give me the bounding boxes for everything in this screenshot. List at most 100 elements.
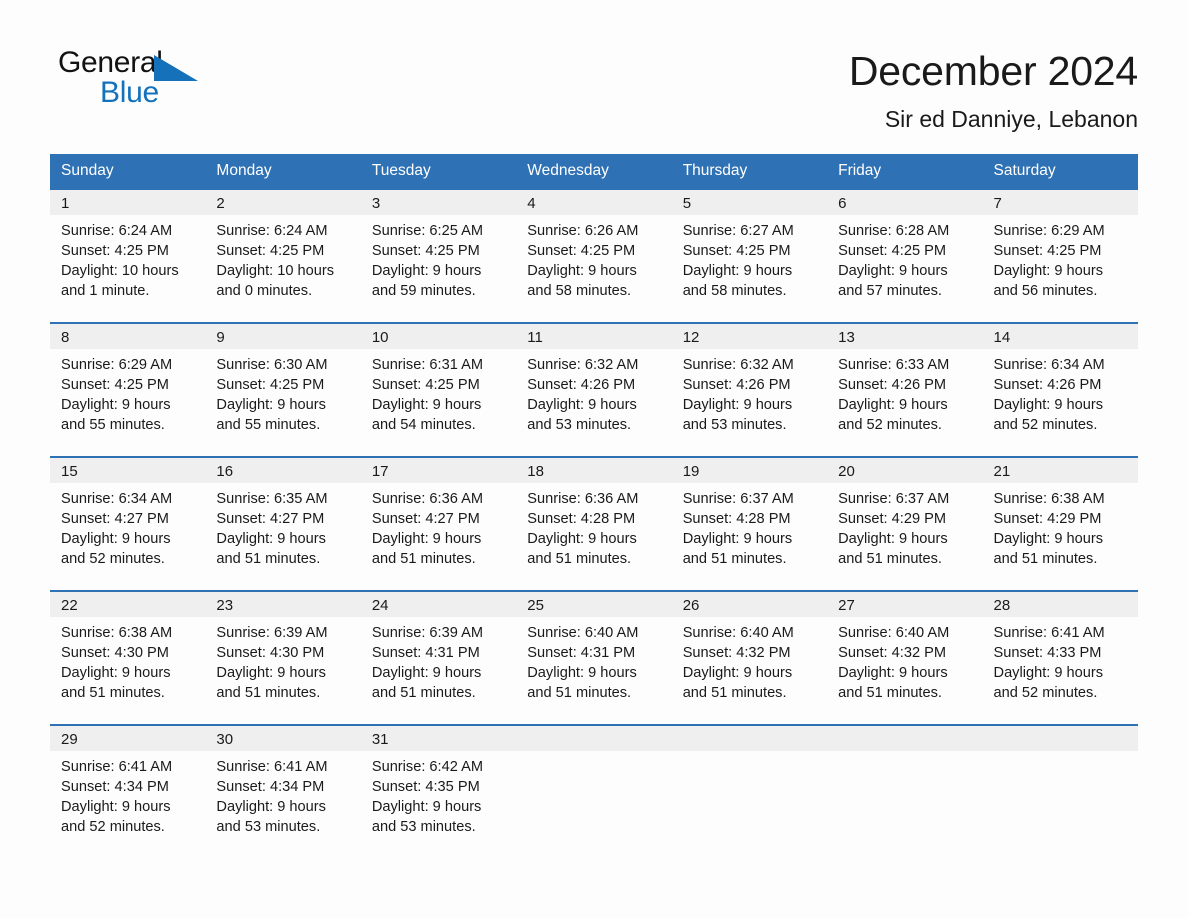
sunset-text: Sunset: 4:27 PM xyxy=(61,510,169,527)
day-number: 7 xyxy=(982,189,1138,215)
daylight-text-line1: Daylight: 9 hours xyxy=(371,664,482,681)
daylight-text-line2: and 55 minutes. xyxy=(216,416,321,433)
sunset-text: Sunset: 4:25 PM xyxy=(682,242,791,259)
daylight-text-line2: and 51 minutes. xyxy=(993,550,1098,567)
day-cell[interactable]: 18 Sunrise: 6:36 AM Sunset: 4:28 PM Dayligh… xyxy=(516,457,672,590)
sunrise-text: Sunrise: 6:32 AM xyxy=(527,356,639,373)
sunrise-text: Sunrise: 6:34 AM xyxy=(993,356,1105,373)
sunset-text: Sunset: 4:28 PM xyxy=(527,510,636,527)
day-cell[interactable]: 21 Sunrise: 6:38 AM Sunset: 4:29 PM Dayligh… xyxy=(982,457,1138,590)
day-details: Sunrise: 6:33 AM Sunset: 4:26 PM Daylight:… xyxy=(827,349,982,456)
day-number: 16 xyxy=(205,457,361,483)
daylight-text-line1: Daylight: 9 hours xyxy=(371,262,482,279)
day-number: 30 xyxy=(205,725,361,751)
day-cell[interactable]: 13 Sunrise: 6:33 AM Sunset: 4:26 PM Dayligh… xyxy=(827,323,983,456)
sunrise-text: Sunrise: 6:30 AM xyxy=(216,356,328,373)
daylight-text-line2: and 54 minutes. xyxy=(371,416,476,433)
day-number: 13 xyxy=(827,323,983,349)
sunset-text: Sunset: 4:25 PM xyxy=(371,376,480,393)
day-details: Sunrise: 6:36 AM Sunset: 4:27 PM Daylight:… xyxy=(361,483,516,590)
day-cell[interactable]: 19 Sunrise: 6:37 AM Sunset: 4:28 PM Dayligh… xyxy=(671,457,828,590)
day-cell[interactable]: 4 Sunrise: 6:26 AM Sunset: 4:25 PM Daylight… xyxy=(516,189,672,322)
day-cell[interactable]: 9 Sunrise: 6:30 AM Sunset: 4:25 PM Daylight… xyxy=(205,323,361,456)
day-cell[interactable]: 26 Sunrise: 6:40 AM Sunset: 4:32 PM Dayligh… xyxy=(671,591,828,724)
day-number: 9 xyxy=(205,323,361,349)
sunset-text: Sunset: 4:34 PM xyxy=(216,778,325,795)
day-cell[interactable]: 29 Sunrise: 6:41 AM Sunset: 4:34 PM Dayligh… xyxy=(50,725,206,858)
daylight-text-line1: Daylight: 9 hours xyxy=(527,396,637,413)
day-cell[interactable]: 23 Sunrise: 6:39 AM Sunset: 4:30 PM Dayligh… xyxy=(205,591,361,724)
day-cell[interactable]: 31 Sunrise: 6:42 AM Sunset: 4:35 PM Dayligh… xyxy=(360,725,517,858)
calendar-table: Sunday Monday Tuesday Wednesday Thursday Frid… xyxy=(50,154,1138,858)
day-cell[interactable]: 5 Sunrise: 6:27 AM Sunset: 4:25 PM Daylight… xyxy=(671,189,828,322)
day-details: Sunrise: 6:24 AM Sunset: 4:25 PM Daylight:… xyxy=(205,215,360,322)
day-number xyxy=(671,725,828,751)
logo-text-general: General xyxy=(58,46,163,79)
daylight-text-line1: Daylight: 9 hours xyxy=(61,396,171,413)
sunset-text: Sunset: 4:27 PM xyxy=(216,510,325,527)
day-cell[interactable]: 22 Sunrise: 6:38 AM Sunset: 4:30 PM Dayligh… xyxy=(50,591,206,724)
day-cell[interactable]: 6 Sunrise: 6:28 AM Sunset: 4:25 PM Daylight… xyxy=(827,189,983,322)
sunset-text: Sunset: 4:25 PM xyxy=(216,242,325,259)
sunset-text: Sunset: 4:25 PM xyxy=(993,242,1102,259)
day-cell[interactable]: 20 Sunrise: 6:37 AM Sunset: 4:29 PM Dayligh… xyxy=(827,457,983,590)
daylight-text-line2: and 51 minutes. xyxy=(682,684,787,701)
daylight-text-line1: Daylight: 9 hours xyxy=(216,798,326,815)
daylight-text-line1: Daylight: 9 hours xyxy=(61,530,171,547)
sunrise-text: Sunrise: 6:32 AM xyxy=(682,356,794,373)
daylight-text-line1: Daylight: 9 hours xyxy=(682,530,793,547)
day-cell[interactable]: 17 Sunrise: 6:36 AM Sunset: 4:27 PM Dayligh… xyxy=(360,457,517,590)
day-cell[interactable]: 24 Sunrise: 6:39 AM Sunset: 4:31 PM Dayligh… xyxy=(360,591,517,724)
day-number: 27 xyxy=(827,591,983,617)
daylight-text-line2: and 51 minutes. xyxy=(527,550,632,567)
sunset-text: Sunset: 4:25 PM xyxy=(216,376,325,393)
day-number: 20 xyxy=(827,457,983,483)
day-cell[interactable]: 16 Sunrise: 6:35 AM Sunset: 4:27 PM Dayligh… xyxy=(205,457,361,590)
daylight-text-line2: and 55 minutes. xyxy=(61,416,165,433)
day-details: Sunrise: 6:32 AM Sunset: 4:26 PM Daylight:… xyxy=(516,349,671,456)
calendar-page: General Blue December 2024 Sir ed Danniy… xyxy=(0,0,1188,918)
sunrise-text: Sunrise: 6:24 AM xyxy=(216,222,328,239)
day-cell[interactable]: 14 Sunrise: 6:34 AM Sunset: 4:26 PM Dayligh… xyxy=(982,323,1138,456)
daylight-text-line1: Daylight: 9 hours xyxy=(993,664,1104,681)
sunset-text: Sunset: 4:29 PM xyxy=(838,510,947,527)
day-number: 22 xyxy=(50,591,206,617)
day-details: Sunrise: 6:39 AM Sunset: 4:31 PM Daylight:… xyxy=(361,617,516,724)
day-cell[interactable]: 10 Sunrise: 6:31 AM Sunset: 4:25 PM Dayligh… xyxy=(360,323,517,456)
day-number: 24 xyxy=(360,591,517,617)
sunrise-text: Sunrise: 6:26 AM xyxy=(527,222,639,239)
weekday-header-tuesday: Tuesday xyxy=(371,162,431,180)
sunset-text: Sunset: 4:26 PM xyxy=(993,376,1102,393)
sunset-text: Sunset: 4:25 PM xyxy=(371,242,480,259)
day-cell[interactable]: 11 Sunrise: 6:32 AM Sunset: 4:26 PM Dayligh… xyxy=(516,323,672,456)
day-details: Sunrise: 6:26 AM Sunset: 4:25 PM Daylight:… xyxy=(516,215,671,322)
day-cell[interactable]: 1 Sunrise: 6:24 AM Sunset: 4:25 PM Daylight… xyxy=(50,189,206,322)
daylight-text-line2: and 51 minutes. xyxy=(527,684,632,701)
sunrise-text: Sunrise: 6:41 AM xyxy=(993,624,1105,641)
day-cell[interactable]: 27 Sunrise: 6:40 AM Sunset: 4:32 PM Dayligh… xyxy=(827,591,983,724)
day-cell[interactable]: 3 Sunrise: 6:25 AM Sunset: 4:25 PM Daylight… xyxy=(360,189,517,322)
sunset-text: Sunset: 4:29 PM xyxy=(993,510,1102,527)
day-cell[interactable]: 12 Sunrise: 6:32 AM Sunset: 4:26 PM Dayligh… xyxy=(671,323,828,456)
day-number: 14 xyxy=(982,323,1138,349)
sunrise-text: Sunrise: 6:38 AM xyxy=(61,624,173,641)
day-number: 18 xyxy=(516,457,672,483)
day-cell[interactable]: 28 Sunrise: 6:41 AM Sunset: 4:33 PM Dayligh… xyxy=(982,591,1138,724)
generalblue-logo[interactable]: General Blue xyxy=(58,48,208,120)
day-cell[interactable]: 2 Sunrise: 6:24 AM Sunset: 4:25 PM Daylight… xyxy=(205,189,361,322)
day-cell[interactable]: 25 Sunrise: 6:40 AM Sunset: 4:31 PM Dayligh… xyxy=(516,591,672,724)
day-details: Sunrise: 6:39 AM Sunset: 4:30 PM Daylight:… xyxy=(205,617,360,724)
day-number: 21 xyxy=(982,457,1138,483)
sunset-text: Sunset: 4:25 PM xyxy=(838,242,947,259)
day-cell[interactable]: 30 Sunrise: 6:41 AM Sunset: 4:34 PM Dayligh… xyxy=(205,725,361,858)
day-number: 4 xyxy=(516,189,672,215)
day-cell[interactable]: 15 Sunrise: 6:34 AM Sunset: 4:27 PM Dayligh… xyxy=(50,457,206,590)
calendar-weeks: 1 Sunrise: 6:24 AM Sunset: 4:25 PM Daylight… xyxy=(50,189,1138,858)
day-details: Sunrise: 6:37 AM Sunset: 4:29 PM Daylight:… xyxy=(827,483,982,590)
title-block: December 2024 Sir ed Danniye, Lebanon xyxy=(849,48,1138,132)
sunrise-text: Sunrise: 6:25 AM xyxy=(371,222,483,239)
day-cell[interactable]: 8 Sunrise: 6:29 AM Sunset: 4:25 PM Daylight… xyxy=(50,323,206,456)
day-details: Sunrise: 6:25 AM Sunset: 4:25 PM Daylight:… xyxy=(361,215,516,322)
page-title: December 2024 xyxy=(848,48,1138,94)
day-cell[interactable]: 7 Sunrise: 6:29 AM Sunset: 4:25 PM Daylight… xyxy=(982,189,1138,322)
